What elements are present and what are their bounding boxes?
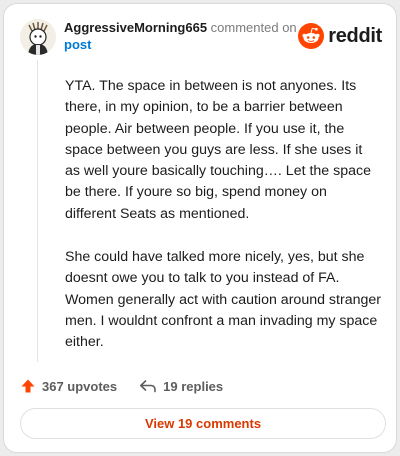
comment-body: YTA. The space in between is not anyones… bbox=[65, 76, 381, 376]
avatar[interactable] bbox=[20, 19, 56, 55]
comment-header: AggressiveMorning665 commented on post r… bbox=[20, 16, 382, 56]
commented-on-text: commented on bbox=[210, 20, 297, 35]
comment-paragraph: YTA. The space in between is not anyones… bbox=[65, 78, 371, 222]
upvote-arrow-icon bbox=[21, 379, 35, 393]
username[interactable]: AggressiveMorning665 bbox=[64, 20, 207, 35]
reply-count: 19 replies bbox=[163, 378, 224, 394]
upvote-count: 367 upvotes bbox=[42, 378, 118, 394]
reply-button[interactable]: 19 replies bbox=[139, 379, 223, 394]
reply-arrow-icon bbox=[140, 380, 156, 393]
post-link[interactable]: post bbox=[64, 36, 314, 53]
thread-line bbox=[37, 60, 38, 362]
view-comments-button[interactable]: View 19 comments bbox=[20, 408, 386, 439]
comment-paragraph: She could have talked more nicely, yes, … bbox=[65, 249, 381, 351]
avatar-illustration bbox=[20, 19, 56, 55]
upvote-button[interactable]: 367 upvotes bbox=[20, 378, 117, 394]
comment-card: AggressiveMorning665 commented on post r… bbox=[3, 3, 397, 453]
comment-meta: AggressiveMorning665 commented on post bbox=[64, 19, 314, 53]
reddit-brand[interactable]: reddit bbox=[298, 22, 382, 50]
reddit-wordmark: reddit bbox=[328, 24, 382, 47]
reddit-logo-icon bbox=[298, 23, 325, 49]
comment-actions: 367 upvotes 19 replies bbox=[20, 374, 245, 398]
